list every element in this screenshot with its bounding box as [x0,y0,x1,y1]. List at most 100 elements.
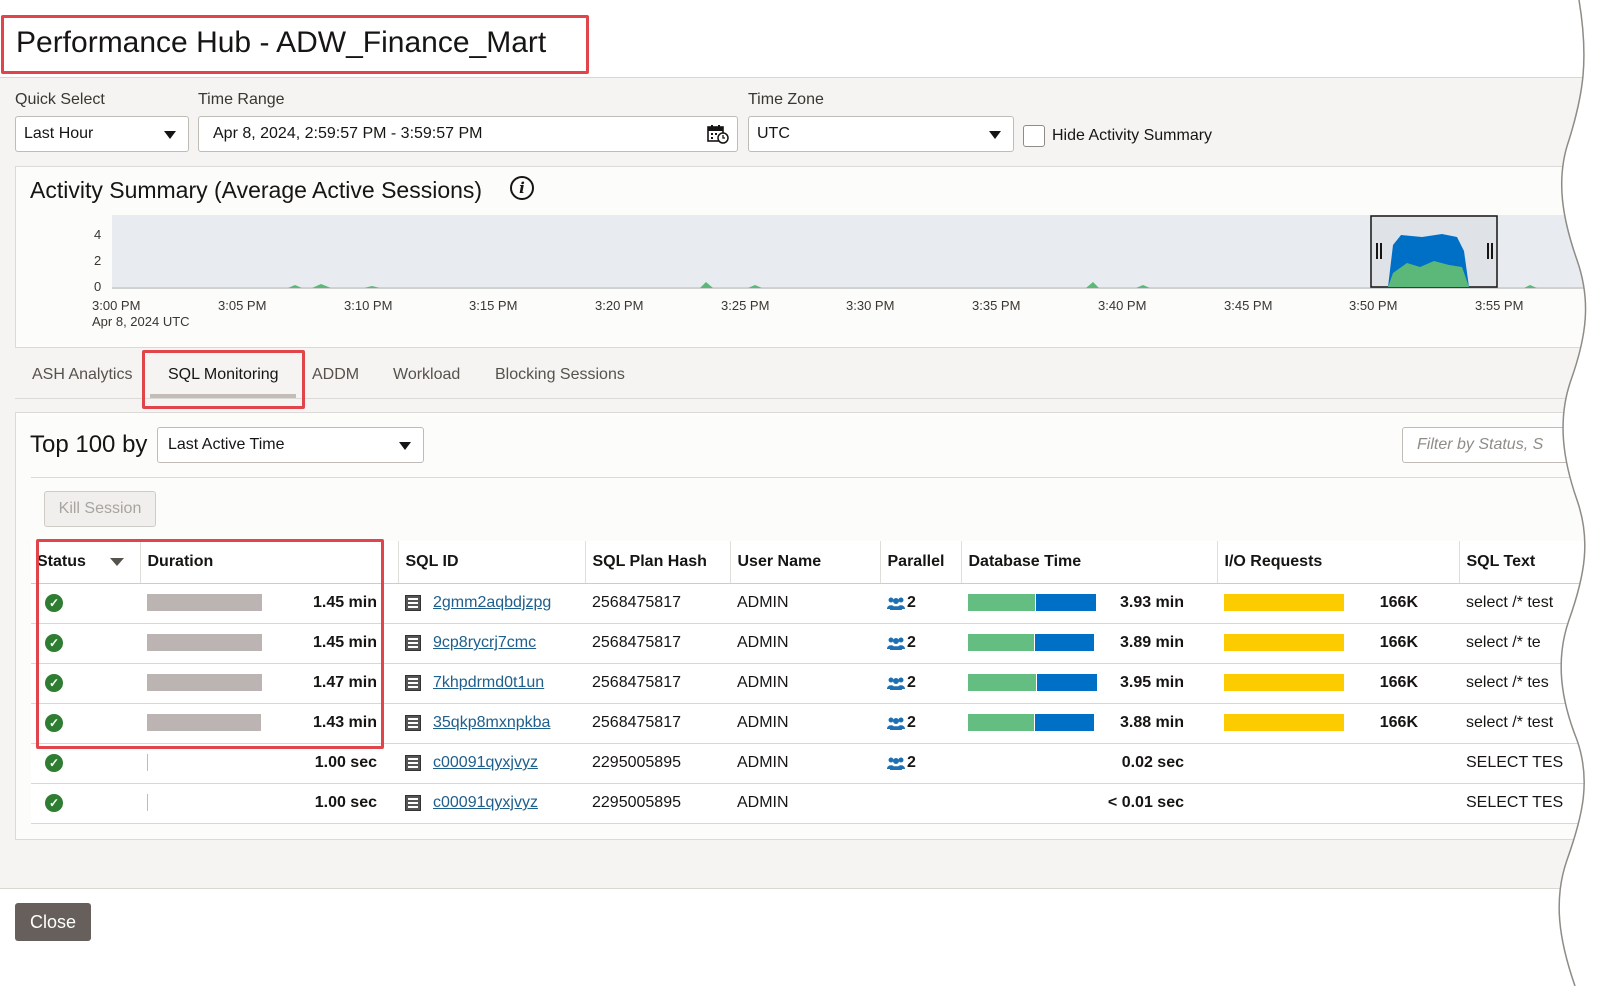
activity-chart[interactable] [112,215,1612,289]
close-button[interactable]: Close [15,903,91,941]
column-header-plan-hash[interactable]: SQL Plan Hash [585,541,731,584]
database-time-value: < 0.01 sec [1107,794,1184,811]
duration-cell: 1.45 min [140,583,398,624]
sql-id-link[interactable]: 35qkp8mxnpkba [433,714,550,731]
parallel-cell [880,783,961,824]
sql-id-link[interactable]: 2gmm2aqbdjzpg [433,594,551,611]
sort-descending-icon[interactable] [110,557,125,566]
x-tick: 3:25 PM [721,298,770,313]
check-circle-icon: ✓ [45,674,63,692]
sql-monitoring-panel: Top 100 by Last Active Time Filter by St… [15,412,1615,840]
activity-summary-title: Activity Summary (Average Active Session… [30,177,483,203]
y-tick-4: 4 [94,227,102,242]
user-name-cell: ADMIN [730,623,880,664]
duration-value: 1.45 min [312,634,377,651]
sql-id-link[interactable]: 9cp8rycrj7cmc [433,634,536,651]
y-tick-2: 2 [94,253,102,268]
info-icon[interactable]: i [510,176,534,200]
user-name-cell: ADMIN [730,783,880,824]
table-row[interactable]: ✓ 1.45 min 2gmm2aqbdjzpg 2568475817 ADMI… [31,583,1601,624]
check-circle-icon: ✓ [45,714,63,732]
top-by-value: Last Active Time [168,436,285,453]
tab-workload[interactable]: Workload [393,366,460,384]
sql-id-link[interactable]: c00091qyxjvyz [433,754,538,771]
sql-id-link[interactable]: 7khpdrmd0t1un [433,674,544,691]
dialog-footer: Close [0,888,1617,986]
plan-hash-cell: 2568475817 [585,663,730,704]
db-time-cpu-bar [968,594,1035,612]
column-header-sql-id[interactable]: SQL ID [398,541,586,584]
duration-cell: 1.47 min [140,663,398,704]
duration-value: 1.43 min [312,714,377,731]
column-header-duration[interactable]: Duration [140,541,399,584]
parallel-value: 2 [907,634,916,651]
table-row[interactable]: ✓ 1.45 min 9cp8rycrj7cmc 2568475817 ADMI… [31,623,1601,664]
status-cell: ✓ [31,703,140,744]
calendar-icon[interactable] [707,124,729,144]
status-cell: ✓ [31,663,140,704]
sql-id-cell: c00091qyxjvyz [398,743,585,784]
x-tick: 3:55 PM [1475,298,1524,313]
duration-cell: 1.00 sec [140,783,398,824]
database-time-value: 3.95 min [1119,674,1184,691]
io-requests-cell: 166K [1217,663,1459,704]
io-requests-cell: 166K [1217,703,1459,744]
table-row[interactable]: ✓ 1.43 min 35qkp8mxnpkba 2568475817 ADMI… [31,703,1601,744]
x-tick: 3:40 PM [1098,298,1147,313]
tab-addm[interactable]: ADDM [312,366,359,384]
duration-cell: 1.00 sec [140,743,398,784]
duration-bar [147,674,262,692]
tab-blocking-sessions[interactable]: Blocking Sessions [495,366,625,384]
table-row[interactable]: ✓ 1.00 sec c00091qyxjvyz 2295005895 ADMI… [31,743,1601,784]
user-name-cell: ADMIN [730,583,880,624]
quick-select-dropdown[interactable]: Last Hour [15,116,189,152]
database-time-cell: < 0.01 sec [961,783,1217,824]
top-by-dropdown[interactable]: Last Active Time [157,427,424,463]
sql-monitoring-table: Status Duration SQL ID SQL Plan Hash Use… [31,541,1602,824]
chevron-down-icon [164,131,176,139]
chevron-down-icon [989,131,1001,139]
sql-statement-icon [405,674,421,691]
tab-ash-analytics[interactable]: ASH Analytics [32,366,132,384]
hide-summary-checkbox[interactable] [1023,125,1045,147]
time-zone-value: UTC [757,125,790,142]
database-time-value: 3.89 min [1119,634,1184,651]
column-header-status[interactable]: Status [31,541,141,584]
parallel-users-icon [887,637,905,650]
duration-bar [147,594,262,612]
chevron-down-icon [399,442,411,450]
column-header-database-time[interactable]: Database Time [961,541,1218,584]
io-requests-bar [1224,674,1344,692]
tab-sql-monitoring[interactable]: SQL Monitoring [168,366,279,384]
sql-id-cell: 7khpdrmd0t1un [398,663,585,704]
x-tick: 3:35 PM [972,298,1021,313]
db-time-cpu-bar [968,714,1034,732]
sql-statement-icon [405,714,421,731]
activity-summary-panel: Activity Summary (Average Active Session… [15,166,1615,348]
user-name-cell: ADMIN [730,743,880,784]
time-zone-dropdown[interactable]: UTC [748,116,1014,152]
hide-summary-label[interactable]: Hide Activity Summary [1052,127,1212,145]
column-header-io-requests[interactable]: I/O Requests [1217,541,1460,584]
check-circle-icon: ✓ [45,754,63,772]
io-requests-value: 166K [1379,674,1418,691]
table-row[interactable]: ✓ 1.47 min 7khpdrmd0t1un 2568475817 ADMI… [31,663,1601,704]
duration-value: 1.47 min [312,674,377,691]
io-requests-cell [1217,743,1459,784]
kill-session-button[interactable]: Kill Session [44,491,156,527]
table-row[interactable]: ✓ 1.00 sec c00091qyxjvyz 2295005895 ADMI… [31,783,1601,824]
duration-value: 1.00 sec [314,794,377,811]
sql-id-cell: 9cp8rycrj7cmc [398,623,585,664]
plan-hash-cell: 2568475817 [585,703,730,744]
db-time-cpu-bar [968,634,1034,652]
table-header-row: Status Duration SQL ID SQL Plan Hash Use… [31,541,1602,584]
title-bar: Performance Hub - ADW_Finance_Mart [0,0,1617,78]
parallel-value: 2 [907,594,916,611]
sql-id-link[interactable]: c00091qyxjvyz [433,794,538,811]
column-header-parallel[interactable]: Parallel [880,541,962,584]
column-header-user-name[interactable]: User Name [730,541,881,584]
x-tick: 3:05 PM [218,298,267,313]
time-range-field[interactable]: Apr 8, 2024, 2:59:57 PM - 3:59:57 PM [198,116,738,152]
torn-edge-decoration [1558,0,1617,986]
x-tick: 3:20 PM [595,298,644,313]
